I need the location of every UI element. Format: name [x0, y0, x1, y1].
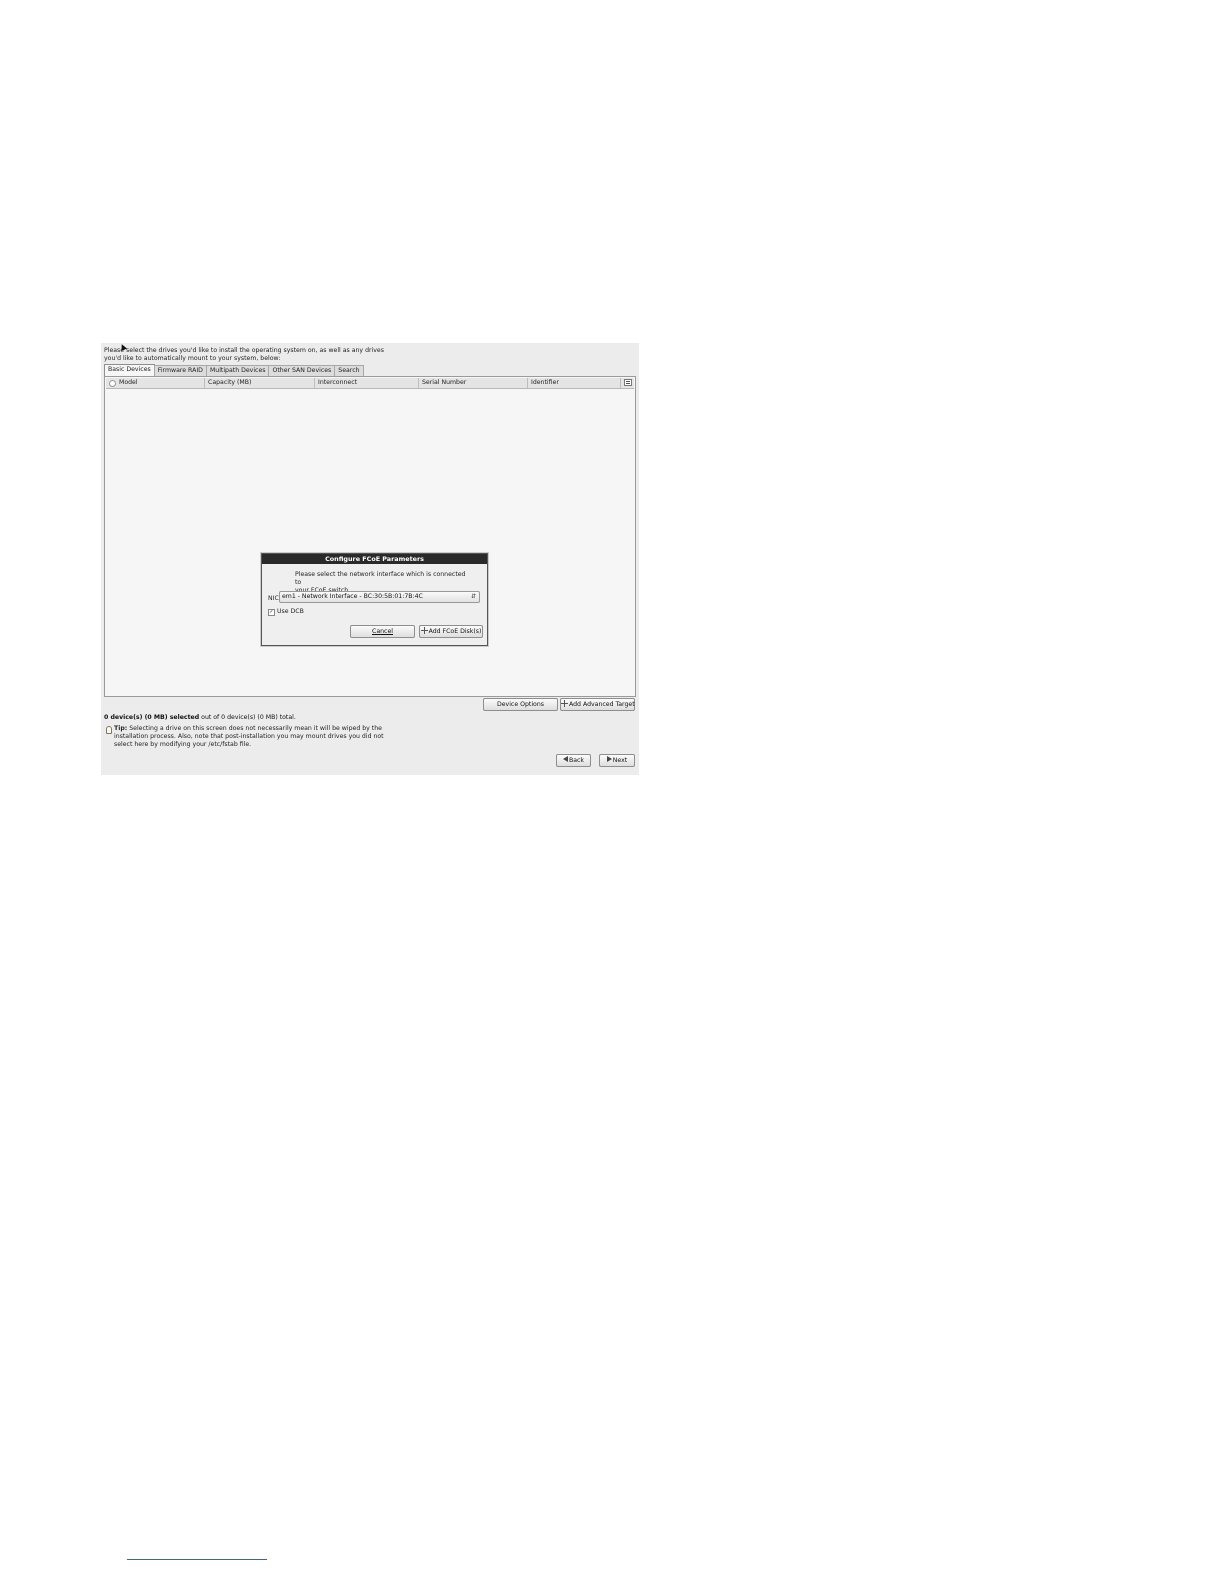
back-button-label: Back: [568, 757, 585, 764]
tip-line-2: installation process. Also, note that po…: [114, 732, 384, 740]
tab-other-san-devices[interactable]: Other SAN Devices: [268, 365, 336, 376]
use-dcb-checkbox[interactable]: ✓: [268, 609, 275, 616]
use-dcb-label: Use DCB: [277, 608, 304, 615]
add-fcoe-disks-label: Add FCoE Disk(s): [428, 628, 482, 635]
dialog-title: Configure FCoE Parameters: [262, 554, 487, 564]
column-capacity[interactable]: Capacity (MB): [205, 378, 315, 388]
tip-label: Tip:: [114, 725, 128, 732]
select-all-radio[interactable]: [109, 380, 116, 387]
tip-line-3: select here by modifying your /etc/fstab…: [114, 740, 252, 748]
instruction-line-1: Please select the drives you'd like to i…: [104, 347, 384, 354]
back-button[interactable]: Back: [556, 754, 591, 767]
add-advanced-target-label: Add Advanced Target: [569, 701, 635, 708]
table-header: Model Capacity (MB) Interconnect Serial …: [106, 378, 634, 389]
selection-count: 0 device(s) (0 MB) selected: [104, 714, 200, 721]
dialog-message-line-1: Please select the network interface whic…: [295, 571, 466, 586]
device-type-tabs: Basic Devices Firmware RAID Multipath De…: [104, 364, 364, 376]
column-model[interactable]: Model: [116, 378, 205, 388]
footnote-separator: [127, 1559, 267, 1560]
next-button[interactable]: Next: [599, 754, 635, 767]
lightbulb-icon: [106, 726, 112, 734]
cancel-button[interactable]: Cancel: [350, 625, 415, 638]
next-arrow-icon: [606, 756, 612, 762]
tip-line-1: Selecting a drive on this screen does no…: [127, 725, 382, 732]
back-arrow-icon: [562, 756, 568, 762]
device-options-button[interactable]: Device Options: [483, 698, 558, 711]
device-options-label: Device Options: [496, 701, 544, 708]
installer-screenshot: Please select the drives you'd like to i…: [101, 343, 639, 775]
tab-basic-devices[interactable]: Basic Devices: [104, 364, 155, 376]
column-chooser-icon[interactable]: [624, 379, 632, 386]
add-fcoe-disks-button[interactable]: Add FCoE Disk(s): [419, 625, 483, 638]
cancel-button-label: Cancel: [372, 628, 393, 635]
tab-firmware-raid[interactable]: Firmware RAID: [153, 365, 207, 376]
add-advanced-target-button[interactable]: Add Advanced Target: [560, 698, 635, 711]
devices-table-panel: Model Capacity (MB) Interconnect Serial …: [104, 376, 636, 697]
fcoe-dialog: Configure FCoE Parameters Please select …: [261, 553, 488, 646]
tip-text: Tip: Selecting a drive on this screen do…: [114, 725, 384, 748]
select-arrows-icon: ⇵: [470, 593, 476, 600]
nic-select[interactable]: em1 - Network Interface - BC:30:5B:01:7B…: [279, 591, 480, 603]
selection-total: out of 0 device(s) (0 MB) total.: [199, 714, 296, 721]
instruction-text: Please select the drives you'd like to i…: [104, 347, 404, 363]
next-button-label: Next: [612, 757, 628, 764]
add-icon: [420, 627, 428, 634]
column-identifier[interactable]: Identifier: [528, 378, 621, 388]
nic-select-value: em1 - Network Interface - BC:30:5B:01:7B…: [282, 593, 423, 600]
instruction-line-2: you'd like to automatically mount to you…: [104, 354, 281, 362]
column-interconnect[interactable]: Interconnect: [315, 378, 419, 388]
tab-multipath-devices[interactable]: Multipath Devices: [205, 365, 270, 376]
tab-search[interactable]: Search: [334, 365, 364, 376]
add-icon: [561, 700, 568, 707]
selection-status: 0 device(s) (0 MB) selected out of 0 dev…: [104, 714, 296, 722]
column-serial-number[interactable]: Serial Number: [419, 378, 528, 388]
